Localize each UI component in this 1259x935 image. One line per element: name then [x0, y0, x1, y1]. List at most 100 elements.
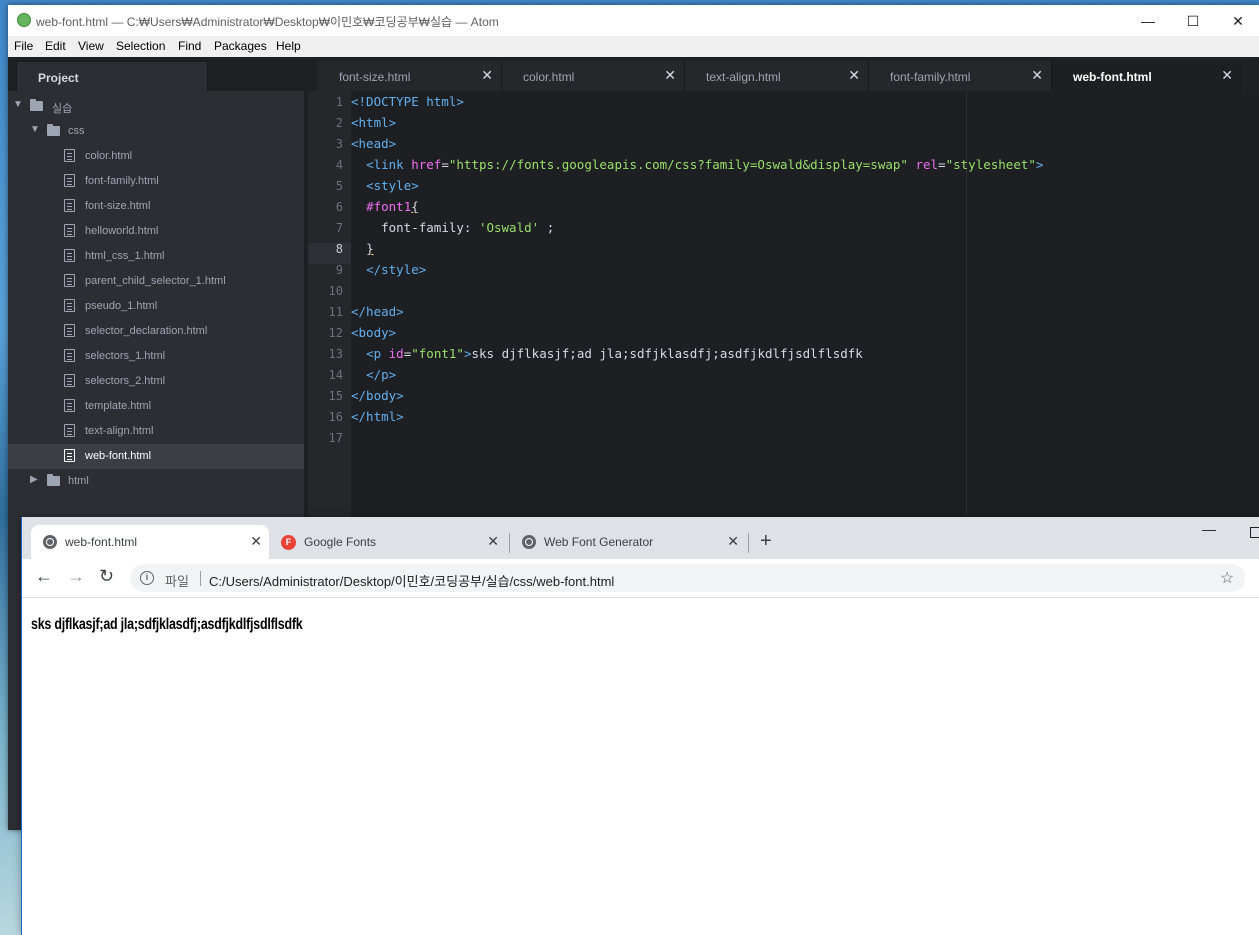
code-token: sks djflkasjf;ad jla;sdfjklasdfj;asdfjkd… [471, 346, 863, 361]
maximize-button[interactable] [1250, 527, 1259, 538]
browser-tab-google-fonts[interactable]: F Google Fonts ✕ [270, 525, 506, 559]
close-icon[interactable]: ✕ [250, 534, 262, 548]
chrome-window: web-font.html ✕ F Google Fonts ✕ Web Fon… [21, 517, 1259, 935]
reload-icon[interactable]: ↻ [99, 567, 114, 585]
code-token: </style> [366, 262, 427, 277]
file-icon [64, 449, 75, 462]
address-scheme-label: 파일 [165, 574, 189, 589]
file-icon [64, 224, 75, 237]
menu-selection[interactable]: Selection [116, 39, 165, 53]
atom-titlebar: web-font.html — C:₩Users₩Administrator₩D… [8, 5, 1259, 36]
tree-folder-css[interactable]: ▼ css [8, 119, 304, 144]
code-line: </style> [351, 259, 426, 280]
maximize-button[interactable]: ☐ [1178, 11, 1208, 31]
code-token: <!DOCTYPE html> [351, 94, 464, 109]
close-icon[interactable]: ✕ [481, 68, 493, 82]
tree-file[interactable]: template.html [8, 394, 304, 419]
tab-project[interactable]: Project [16, 61, 208, 91]
tree-file[interactable]: selectors_1.html [8, 344, 304, 369]
menu-help[interactable]: Help [276, 39, 301, 53]
close-icon[interactable]: ✕ [848, 68, 860, 82]
tree-folder-html[interactable]: ▶ html [8, 469, 304, 494]
tab-font-family[interactable]: font-family.html ✕ [869, 61, 1052, 91]
tree-file[interactable]: font-size.html [8, 194, 304, 219]
tab-text-align[interactable]: text-align.html ✕ [685, 61, 869, 91]
close-button[interactable]: ✕ [1223, 11, 1253, 31]
minimize-button[interactable]: — [1202, 521, 1216, 537]
tree-file[interactable]: parent_child_selector_1.html [8, 269, 304, 294]
address-bar[interactable]: i 파일 C:/Users/Administrator/Desktop/이민호/… [130, 564, 1245, 592]
close-icon[interactable]: ✕ [487, 534, 499, 548]
line-number: 11 [328, 305, 343, 319]
menu-find[interactable]: Find [178, 39, 201, 53]
editor-tabbar: font-size.html ✕ color.html ✕ text-align… [304, 57, 1259, 91]
close-icon[interactable]: ✕ [664, 68, 676, 82]
tree-file-label: parent_child_selector_1.html [85, 275, 226, 287]
code-line: <style> [351, 175, 419, 196]
folder-icon [47, 474, 60, 486]
tree-file-label: pseudo_1.html [85, 300, 158, 312]
close-icon[interactable]: ✕ [1031, 68, 1043, 82]
tab-label: font-size.html [339, 70, 411, 84]
code-token: </head> [351, 304, 404, 319]
new-tab-button[interactable]: + [760, 531, 772, 551]
tree-folder-root[interactable]: ▼ 실습 [8, 94, 304, 119]
back-arrow-icon[interactable]: ← [35, 567, 53, 585]
menu-edit[interactable]: Edit [45, 39, 66, 53]
file-icon [64, 174, 75, 187]
tree-file[interactable]: html_css_1.html [8, 244, 304, 269]
code-token: > [1035, 157, 1044, 172]
tree-file[interactable]: font-family.html [8, 169, 304, 194]
code-token: #font1 [366, 199, 412, 214]
browser-tab-web-font[interactable]: web-font.html ✕ [31, 525, 269, 559]
code-token: <style> [366, 178, 419, 193]
code-line: #font1{ [351, 196, 419, 217]
chevron-down-icon: ▼ [13, 99, 23, 110]
close-icon[interactable]: ✕ [727, 534, 739, 548]
forward-arrow-icon[interactable]: → [67, 567, 85, 585]
code-token: <link [366, 157, 404, 172]
menubar: File Edit View Selection Find Packages H… [8, 36, 1259, 57]
code-token: font-family: [381, 220, 479, 235]
tab-label: font-family.html [890, 70, 971, 84]
code-line: <p id="font1">sks djflkasjf;ad jla;sdfjk… [366, 346, 863, 361]
menu-packages[interactable]: Packages [214, 39, 267, 53]
line-number: 6 [335, 200, 343, 214]
menu-file[interactable]: File [14, 39, 33, 53]
close-icon[interactable]: ✕ [1221, 68, 1233, 82]
code-token: <p [366, 346, 382, 361]
code-line: <html> [351, 112, 396, 133]
tree-file[interactable]: color.html [8, 144, 304, 169]
tree-file[interactable]: selector_declaration.html [8, 319, 304, 344]
bookmark-star-icon[interactable]: ☆ [1220, 568, 1234, 588]
code-line: } [351, 238, 374, 259]
folder-icon [30, 99, 43, 111]
address-url[interactable]: C:/Users/Administrator/Desktop/이민호/코딩공부/… [209, 571, 614, 590]
tree-file-label: selector_declaration.html [85, 325, 208, 337]
tree-file-selected[interactable]: web-font.html [8, 444, 304, 469]
tree-file[interactable]: selectors_2.html [8, 369, 304, 394]
minimize-button[interactable]: — [1133, 11, 1163, 31]
tab-color[interactable]: color.html ✕ [502, 61, 685, 91]
tree-file[interactable]: pseudo_1.html [8, 294, 304, 319]
code-token: <head> [351, 136, 397, 151]
tab-font-size[interactable]: font-size.html ✕ [318, 61, 502, 91]
tab-web-font[interactable]: web-font.html ✕ [1052, 61, 1242, 91]
code-token: ; [539, 220, 555, 235]
tree-file[interactable]: text-align.html [8, 419, 304, 444]
tree-file-label: text-align.html [85, 425, 154, 437]
tree-file[interactable]: helloworld.html [8, 219, 304, 244]
info-icon[interactable]: i [140, 571, 154, 585]
menu-view[interactable]: View [78, 39, 104, 53]
browser-tab-web-font-generator[interactable]: Web Font Generator ✕ [510, 525, 746, 559]
current-line-highlight [308, 243, 351, 264]
code-line: </head> [351, 301, 404, 322]
atom-logo-icon [17, 13, 31, 27]
tree-folder-label: html [68, 475, 89, 487]
code-token: "font1" [411, 346, 464, 361]
code-token: <html> [351, 115, 397, 130]
line-number: 2 [335, 116, 343, 130]
line-number: 12 [328, 326, 343, 340]
code-token: { [411, 199, 419, 214]
code-token: <body> [351, 325, 397, 340]
